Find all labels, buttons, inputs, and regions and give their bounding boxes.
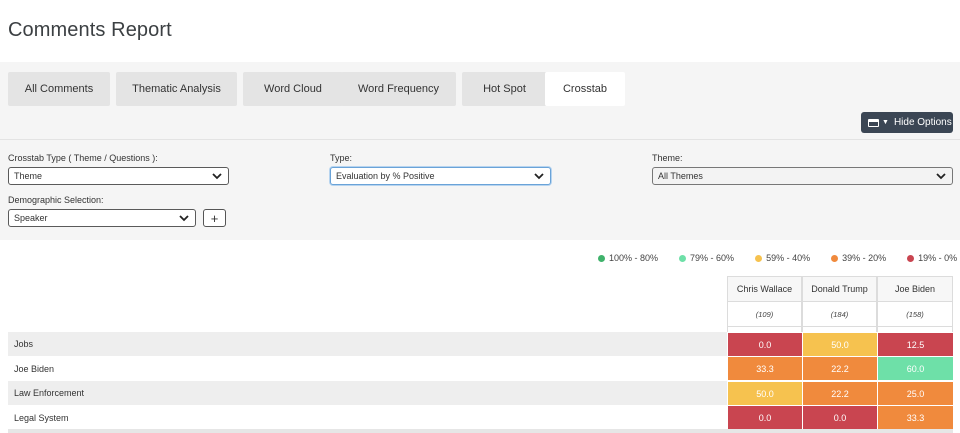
type-select[interactable]: Evaluation by % Positive xyxy=(330,167,551,185)
row-label: Law Enforcement xyxy=(14,388,85,398)
table-cell: 0.0 xyxy=(728,406,802,429)
tab-all-comments[interactable]: All Comments xyxy=(8,72,110,106)
table-cell: 60.0 xyxy=(878,357,953,380)
divider xyxy=(0,139,960,140)
page-title: Comments Report xyxy=(8,19,172,41)
tab-thematic-analysis[interactable]: Thematic Analysis xyxy=(116,72,237,106)
legend-dot-icon xyxy=(598,254,605,262)
legend-item: 100% - 80% xyxy=(598,252,658,264)
table-row xyxy=(8,381,727,405)
legend-label: 59% - 40% xyxy=(766,253,811,263)
legend-item: 19% - 0% xyxy=(907,252,957,264)
table-cell: 12.5 xyxy=(878,333,953,356)
legend-dot-icon xyxy=(755,254,763,262)
demographic-value: Speaker xyxy=(14,213,48,223)
theme-select[interactable]: All Themes xyxy=(652,167,953,185)
chevron-down-icon xyxy=(534,173,544,180)
row-label: Jobs xyxy=(14,339,34,349)
legend-label: 19% - 0% xyxy=(918,253,958,263)
tab-word-frequency[interactable]: Word Frequency xyxy=(341,72,456,106)
legend: 100% - 80% 79% - 60% 59% - 40% 39% - 20%… xyxy=(598,252,957,264)
column-count: (158) xyxy=(877,302,953,327)
table-cell: 50.0 xyxy=(803,333,877,356)
table-cell: 50.0 xyxy=(728,382,802,405)
crosstab-type-label: Crosstab Type ( Theme / Questions ): xyxy=(8,153,158,163)
legend-dot-icon xyxy=(907,254,915,262)
crosstab-type-value: Theme xyxy=(14,171,43,181)
table-row xyxy=(8,405,727,429)
legend-item: 39% - 20% xyxy=(831,252,886,264)
legend-label: 79% - 60% xyxy=(690,253,735,263)
row-label: Joe Biden xyxy=(14,364,55,374)
column-spacer xyxy=(727,327,802,332)
chevron-down-icon xyxy=(179,215,189,222)
row-label: Legal System xyxy=(14,413,69,423)
table-cell: 22.2 xyxy=(803,357,877,380)
column-count: (109) xyxy=(727,302,802,327)
legend-item: 59% - 40% xyxy=(755,252,810,264)
chevron-down-icon xyxy=(936,173,946,180)
legend-label: 39% - 20% xyxy=(842,253,887,263)
demographic-label: Demographic Selection: xyxy=(8,195,104,205)
tab-word-cloud[interactable]: Word Cloud xyxy=(243,72,343,106)
tab-crosstab[interactable]: Crosstab xyxy=(545,72,625,106)
legend-dot-icon xyxy=(831,254,839,262)
column-header-donald-trump[interactable]: Donald Trump xyxy=(802,276,877,302)
column-count: (184) xyxy=(802,302,877,327)
column-header-chris-wallace[interactable]: Chris Wallace xyxy=(727,276,802,302)
table-cell: 0.0 xyxy=(728,333,802,356)
chevron-down-icon xyxy=(212,173,222,180)
table-cell: 25.0 xyxy=(878,382,953,405)
table-bottom-border xyxy=(8,429,953,433)
theme-value: All Themes xyxy=(658,171,703,181)
column-header-joe-biden[interactable]: Joe Biden xyxy=(877,276,953,302)
table-row xyxy=(8,356,727,380)
type-label: Type: xyxy=(330,153,353,163)
tab-hot-spot[interactable]: Hot Spot xyxy=(462,72,547,106)
hide-options-button[interactable]: ▼ Hide Options xyxy=(861,112,953,133)
column-spacer xyxy=(877,327,953,332)
hide-options-label: Hide Options xyxy=(893,117,952,128)
column-spacer xyxy=(802,327,877,332)
table-cell: 33.3 xyxy=(728,357,802,380)
legend-label: 100% - 80% xyxy=(609,253,659,263)
table-cell: 33.3 xyxy=(878,406,953,429)
add-demographic-button[interactable]: + xyxy=(203,209,226,227)
table-cell: 0.0 xyxy=(803,406,877,429)
table-row xyxy=(8,332,727,356)
theme-label: Theme: xyxy=(652,153,683,163)
type-value: Evaluation by % Positive xyxy=(336,171,435,181)
chevron-down-icon: ▼ xyxy=(882,119,889,126)
legend-item: 79% - 60% xyxy=(679,252,734,264)
legend-dot-icon xyxy=(679,254,687,262)
crosstab-type-select[interactable]: Theme xyxy=(8,167,229,185)
demographic-select[interactable]: Speaker xyxy=(8,209,196,227)
window-icon xyxy=(868,118,879,127)
table-cell: 22.2 xyxy=(803,382,877,405)
